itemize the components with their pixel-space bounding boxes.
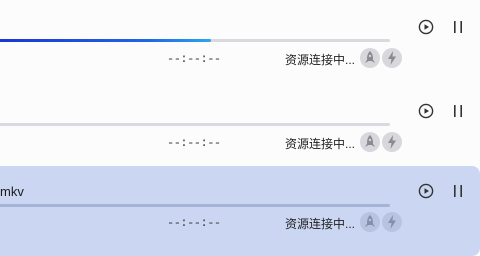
download-item-selected[interactable]: mkv --:--:-- 资源连接中...: [0, 166, 480, 256]
rocket-icon[interactable]: [360, 212, 380, 232]
status-text: 资源连接中...: [285, 217, 356, 231]
progress-track: [0, 204, 390, 207]
rocket-icon[interactable]: [360, 132, 380, 152]
pause-icon[interactable]: [448, 181, 468, 201]
download-item[interactable]: --:--:-- 资源连接中...: [0, 88, 480, 172]
play-circle-icon[interactable]: [416, 181, 436, 201]
lightning-icon[interactable]: [382, 132, 402, 152]
progress-fill: [0, 39, 211, 42]
pause-icon[interactable]: [448, 101, 468, 121]
progress-track: [0, 39, 390, 42]
lightning-icon[interactable]: [382, 212, 402, 232]
play-circle-icon[interactable]: [416, 101, 436, 121]
download-list: --:--:-- 资源连接中... --:--:-- 资源连接中... mkv …: [0, 0, 480, 256]
status-text: 资源连接中...: [285, 137, 356, 151]
progress-track: [0, 123, 390, 126]
lightning-icon[interactable]: [382, 48, 402, 68]
play-circle-icon[interactable]: [416, 17, 436, 37]
rocket-icon[interactable]: [360, 48, 380, 68]
file-name: mkv: [0, 184, 24, 199]
pause-icon[interactable]: [448, 17, 468, 37]
time-remaining: --:--:--: [167, 136, 221, 150]
download-item[interactable]: --:--:-- 资源连接中...: [0, 4, 480, 88]
time-remaining: --:--:--: [167, 216, 221, 230]
status-text: 资源连接中...: [285, 53, 356, 67]
time-remaining: --:--:--: [167, 52, 221, 66]
